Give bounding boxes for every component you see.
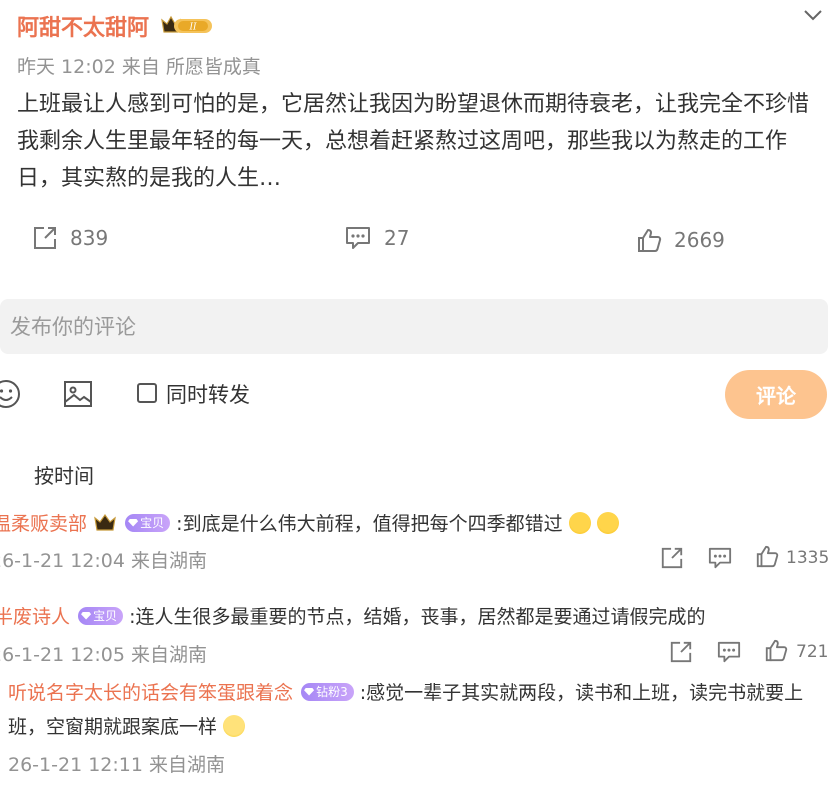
- comment-meta: 26-1-21 12:11 来自湖南: [8, 754, 225, 776]
- comment-icon[interactable]: [716, 640, 742, 664]
- post-author-name[interactable]: 阿甜不太甜阿: [17, 10, 149, 42]
- diamond-icon: [304, 687, 315, 696]
- comment-text-continued: 班，空窗期就跟案底一样: [8, 714, 246, 740]
- crown-icon: [94, 513, 116, 531]
- commenter-name[interactable]: 半废诗人: [0, 606, 70, 628]
- comment-text: :感觉一辈子其实就两段，读书和上班，读完书就要上: [359, 682, 804, 704]
- fan-badge: 宝贝: [78, 606, 124, 625]
- share-icon[interactable]: [660, 546, 684, 570]
- forward-checkbox[interactable]: [137, 383, 157, 403]
- fan-badge: 钻粉3: [301, 682, 354, 701]
- crying-emoji-icon: [568, 511, 591, 534]
- fan-badge: 宝贝: [125, 513, 171, 532]
- forward-checkbox-label[interactable]: 同时转发: [166, 379, 250, 409]
- comment-text: :连人生很多最重要的节点，结婚，丧事，居然都是要通过请假完成的: [129, 606, 706, 628]
- comment-like-count: 1335: [786, 548, 828, 568]
- commenter-name[interactable]: 听说名字太长的话会有笨蛋跟着念: [8, 682, 293, 704]
- emoji-icon[interactable]: [0, 378, 22, 410]
- thumbs-up-icon: [638, 229, 662, 252]
- diamond-icon: [81, 611, 92, 620]
- share-icon[interactable]: [669, 640, 693, 664]
- comment-item: 半废诗人 宝贝 :连人生很多最重要的节点，结婚，丧事，居然都是要通过请假完成的: [0, 604, 706, 630]
- thumbs-up-icon[interactable]: [764, 638, 788, 662]
- thumbs-up-icon[interactable]: [755, 544, 779, 568]
- comment-item: 听说名字太长的话会有笨蛋跟着念 钻粉3 :感觉一辈子其实就两段，读书和上班，读完…: [8, 680, 803, 706]
- submit-comment-button[interactable]: 评论: [725, 370, 827, 419]
- share-icon: [34, 227, 56, 249]
- vip-crown-badge-icon[interactable]: II: [160, 14, 214, 36]
- comment-text: :到底是什么伟大前程，值得把每个四季都错过: [176, 513, 563, 535]
- comment-icon[interactable]: [707, 546, 733, 570]
- post-time: 昨天 12:02: [17, 56, 116, 78]
- chevron-down-icon[interactable]: [802, 6, 824, 24]
- post-source: 来自 所愿皆成真: [121, 56, 261, 78]
- comment-meta: 26-1-21 12:04 来自湖南: [0, 550, 207, 572]
- diamond-icon: [128, 518, 139, 527]
- comment-button[interactable]: 27: [344, 222, 409, 254]
- comment-input[interactable]: [0, 299, 828, 354]
- comment-like-count: 721: [796, 642, 828, 662]
- post-body-text: 上班最让人感到可怕的是，它居然让我因为盼望退休而期待衰老，让我完全不珍惜我剩余人…: [17, 92, 810, 191]
- crying-emoji-icon: [596, 511, 619, 534]
- comment-count: 27: [384, 226, 410, 250]
- comment-meta: 26-1-21 12:05 来自湖南: [0, 644, 207, 666]
- commenter-name[interactable]: 温柔贩卖部: [0, 513, 87, 535]
- forward-button[interactable]: 839: [32, 222, 108, 254]
- image-icon[interactable]: [63, 380, 93, 408]
- smile-emoji-icon: [223, 714, 246, 737]
- forward-count: 839: [70, 226, 109, 250]
- post-meta: 昨天 12:02 来自 所愿皆成真: [17, 52, 261, 79]
- like-button[interactable]: 2669: [636, 224, 725, 256]
- comment-item: 温柔贩卖部 宝贝 :到底是什么伟大前程，值得把每个四季都错过: [0, 511, 619, 537]
- like-count: 2669: [674, 228, 725, 252]
- sort-by-time[interactable]: 按时间: [34, 460, 94, 489]
- comment-icon: [346, 227, 370, 249]
- vip-level-text: II: [188, 23, 197, 33]
